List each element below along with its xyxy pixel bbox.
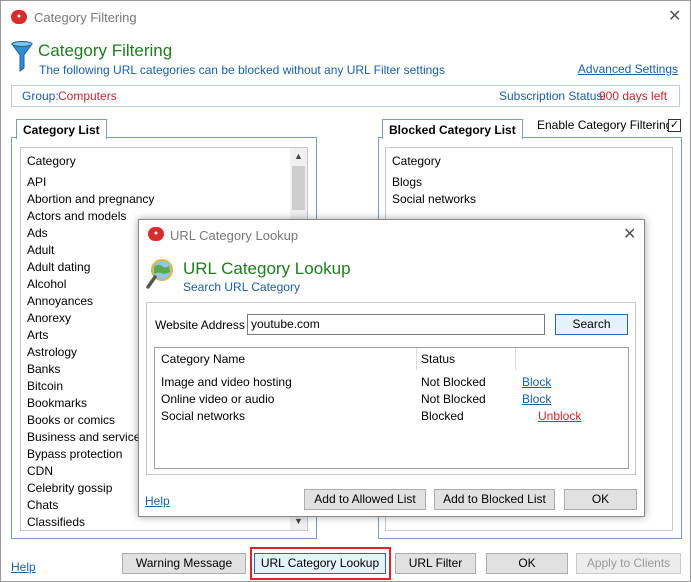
category-list-item[interactable]: Astrology xyxy=(27,345,77,359)
blocked-list-item[interactable]: Blogs xyxy=(392,175,422,189)
app-logo-icon: ● xyxy=(11,10,27,24)
subscription-label: Subscription Status: xyxy=(499,89,606,103)
category-column-header: Category xyxy=(27,154,76,168)
category-list-item[interactable]: Classifieds xyxy=(27,515,85,529)
category-list-item[interactable]: Bitcoin xyxy=(27,379,63,393)
column-divider xyxy=(416,348,417,370)
group-value: Computers xyxy=(58,89,117,103)
category-list-item[interactable]: Books or comics xyxy=(27,413,115,427)
scroll-thumb[interactable] xyxy=(292,166,305,210)
tab-blocked-category-list[interactable]: Blocked Category List xyxy=(382,119,523,139)
ok-button[interactable]: OK xyxy=(486,553,568,574)
result-row-status: Blocked xyxy=(421,409,464,423)
category-name-column-header: Category Name xyxy=(161,352,246,366)
result-row-status: Not Blocked xyxy=(421,392,486,406)
category-list-item[interactable]: Chats xyxy=(27,498,58,512)
category-list-item[interactable]: Celebrity gossip xyxy=(27,481,112,495)
category-list-item[interactable]: API xyxy=(27,175,46,189)
category-list-item[interactable]: Adult xyxy=(27,243,54,257)
category-list-item[interactable]: Business and services xyxy=(27,430,146,444)
block-link[interactable]: Block xyxy=(522,375,551,389)
unblock-link[interactable]: Unblock xyxy=(538,409,581,423)
column-divider xyxy=(515,348,516,370)
category-list-item[interactable]: CDN xyxy=(27,464,53,478)
dialog-window-title: URL Category Lookup xyxy=(170,228,299,243)
category-list-item[interactable]: Arts xyxy=(27,328,48,342)
blocked-column-header: Category xyxy=(392,154,441,168)
website-address-input[interactable]: youtube.com xyxy=(247,314,545,335)
url-category-lookup-button[interactable]: URL Category Lookup xyxy=(254,553,386,574)
warning-message-button[interactable]: Warning Message xyxy=(122,553,246,574)
dialog-subheading: Search URL Category xyxy=(183,280,300,294)
status-column-header: Status xyxy=(421,352,456,366)
category-list-item[interactable]: Bookmarks xyxy=(27,396,87,410)
globe-search-icon xyxy=(146,259,173,289)
category-list-item[interactable]: Adult dating xyxy=(27,260,90,274)
lookup-panel: Website Address youtube.com Search Categ… xyxy=(146,302,636,475)
result-row-name: Online video or audio xyxy=(161,392,275,406)
title-bar: ● Category Filtering ✕ xyxy=(1,1,690,33)
result-row-name: Image and video hosting xyxy=(161,375,292,389)
add-to-allowed-list-button[interactable]: Add to Allowed List xyxy=(304,489,426,510)
enable-category-filtering-checkbox[interactable]: ✓ xyxy=(668,119,681,132)
help-link[interactable]: Help xyxy=(11,560,36,574)
category-list-item[interactable]: Abortion and pregnancy xyxy=(27,192,154,206)
page-subtitle: The following URL categories can be bloc… xyxy=(39,63,445,77)
url-category-lookup-dialog: ● URL Category Lookup ✕ URL Category Loo… xyxy=(138,219,645,517)
category-list-item[interactable]: Annoyances xyxy=(27,294,93,308)
window-title: Category Filtering xyxy=(34,10,137,25)
blocked-list-item[interactable]: Social networks xyxy=(392,192,476,206)
advanced-settings-link[interactable]: Advanced Settings xyxy=(578,62,678,76)
info-bar: Group: Computers Subscription Status: 90… xyxy=(11,85,680,107)
search-button[interactable]: Search xyxy=(555,314,628,335)
dialog-help-link[interactable]: Help xyxy=(145,494,170,508)
category-list-item[interactable]: Anorexy xyxy=(27,311,71,325)
subscription-value: 900 days left xyxy=(599,89,668,103)
funnel-filter-icon xyxy=(11,41,33,72)
lookup-results-grid: Category Name Status Image and video hos… xyxy=(154,347,629,469)
tab-category-list[interactable]: Category List xyxy=(16,119,107,139)
website-address-label: Website Address xyxy=(155,318,245,332)
dialog-close-icon[interactable]: ✕ xyxy=(623,227,636,243)
scroll-up-icon[interactable]: ▲ xyxy=(290,148,307,165)
result-row-name: Social networks xyxy=(161,409,246,423)
dialog-logo-icon: ● xyxy=(148,227,164,241)
apply-to-clients-button[interactable]: Apply to Clients xyxy=(576,553,681,574)
group-label: Group: xyxy=(22,89,59,103)
page-title: Category Filtering xyxy=(38,41,173,60)
enable-category-filtering-label: Enable Category Filtering xyxy=(537,118,673,132)
url-filter-button[interactable]: URL Filter xyxy=(395,553,476,574)
dialog-heading: URL Category Lookup xyxy=(183,259,351,278)
close-icon[interactable]: ✕ xyxy=(668,9,681,25)
result-row-status: Not Blocked xyxy=(421,375,486,389)
dialog-ok-button[interactable]: OK xyxy=(564,489,637,510)
category-list-item[interactable]: Ads xyxy=(27,226,48,240)
category-list-item[interactable]: Actors and models xyxy=(27,209,126,223)
category-list-item[interactable]: Bypass protection xyxy=(27,447,122,461)
block-link[interactable]: Block xyxy=(522,392,551,406)
category-list-item[interactable]: Alcohol xyxy=(27,277,66,291)
add-to-blocked-list-button[interactable]: Add to Blocked List xyxy=(434,489,555,510)
category-list-item[interactable]: Banks xyxy=(27,362,60,376)
